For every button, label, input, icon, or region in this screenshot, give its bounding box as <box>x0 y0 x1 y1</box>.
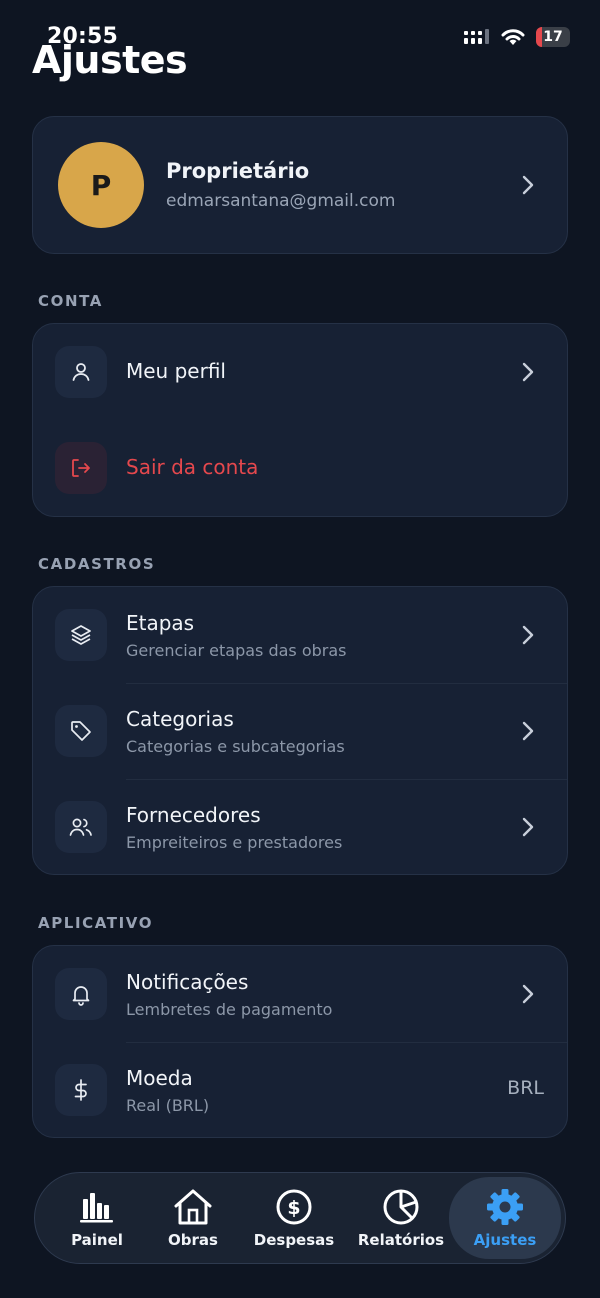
tag-icon <box>55 705 107 757</box>
section-label-aplicativo: APLICATIVO <box>38 914 154 932</box>
menu-item-subtitle: Categorias e subcategorias <box>126 737 345 756</box>
chevron-right-icon <box>522 175 534 195</box>
menu-item-etapas[interactable]: Etapas Gerenciar etapas das obras <box>33 587 567 683</box>
layers-icon <box>55 609 107 661</box>
tab-label: Ajustes <box>473 1231 537 1249</box>
wifi-icon <box>501 29 525 45</box>
status-icons: 17 <box>464 27 570 47</box>
menu-item-moeda[interactable]: Moeda Real (BRL) BRL <box>33 1042 567 1137</box>
menu-item-subtitle: Empreiteiros e prestadores <box>126 833 343 852</box>
menu-item-meu-perfil[interactable]: Meu perfil <box>33 324 567 420</box>
menu-item-subtitle: Gerenciar etapas das obras <box>126 641 347 660</box>
chevron-right-icon <box>522 817 534 837</box>
chevron-right-icon <box>522 984 534 1004</box>
house-icon <box>172 1187 214 1227</box>
cadastros-card: Etapas Gerenciar etapas das obras Catego… <box>32 586 568 875</box>
dollar-icon <box>55 1064 107 1116</box>
menu-item-sair-da-conta[interactable]: Sair da conta <box>33 420 567 516</box>
section-label-conta: CONTA <box>38 292 103 310</box>
menu-item-title: Categorias <box>126 707 234 731</box>
menu-item-title: Moeda <box>126 1066 193 1090</box>
tab-painel[interactable]: Painel <box>49 1177 145 1259</box>
battery-level: 17 <box>543 29 563 45</box>
cellular-signal-icon <box>464 29 489 44</box>
tab-bar: Painel Obras $ Despesas Relatórios Ajust… <box>34 1172 566 1264</box>
profile-email: edmarsantana@gmail.com <box>166 191 396 211</box>
bar-chart-icon <box>77 1187 117 1227</box>
menu-item-title: Etapas <box>126 611 195 635</box>
pie-chart-icon <box>382 1187 420 1227</box>
chevron-right-icon <box>522 362 534 382</box>
menu-item-title: Meu perfil <box>126 359 226 383</box>
user-icon <box>55 346 107 398</box>
logout-icon <box>55 442 107 494</box>
tab-label: Painel <box>71 1231 123 1249</box>
conta-card: Meu perfil Sair da conta <box>32 323 568 517</box>
menu-item-title: Notificações <box>126 970 249 994</box>
tab-ajustes[interactable]: Ajustes <box>449 1177 561 1259</box>
chevron-right-icon <box>522 721 534 741</box>
aplicativo-card: Notificações Lembretes de pagamento Moed… <box>32 945 568 1138</box>
svg-text:$: $ <box>287 1197 300 1219</box>
menu-item-title: Sair da conta <box>126 455 259 479</box>
menu-item-notificacoes[interactable]: Notificações Lembretes de pagamento <box>33 946 567 1042</box>
tab-relatorios[interactable]: Relatórios <box>353 1177 449 1259</box>
tab-label: Relatórios <box>357 1231 445 1249</box>
avatar: P <box>58 142 144 228</box>
menu-item-subtitle: Lembretes de pagamento <box>126 1000 333 1019</box>
menu-item-subtitle: Real (BRL) <box>126 1096 210 1115</box>
page-title: Ajustes <box>32 38 188 82</box>
tab-label: Despesas <box>253 1231 335 1249</box>
bell-icon <box>55 968 107 1020</box>
profile-name: Proprietário <box>166 159 310 183</box>
menu-item-categorias[interactable]: Categorias Categorias e subcategorias <box>33 683 567 779</box>
menu-item-title: Fornecedores <box>126 803 261 827</box>
tab-obras[interactable]: Obras <box>145 1177 241 1259</box>
profile-card[interactable]: P Proprietário edmarsantana@gmail.com <box>32 116 568 254</box>
tab-label: Obras <box>168 1231 218 1249</box>
battery-icon: 17 <box>536 27 570 47</box>
chevron-right-icon <box>522 625 534 645</box>
tab-despesas[interactable]: $ Despesas <box>246 1177 342 1259</box>
dollar-circle-icon: $ <box>275 1187 313 1227</box>
currency-value: BRL <box>507 1077 544 1099</box>
section-label-cadastros: CADASTROS <box>38 555 156 573</box>
menu-item-fornecedores[interactable]: Fornecedores Empreiteiros e prestadores <box>33 779 567 874</box>
users-icon <box>55 801 107 853</box>
gear-icon <box>485 1187 525 1227</box>
